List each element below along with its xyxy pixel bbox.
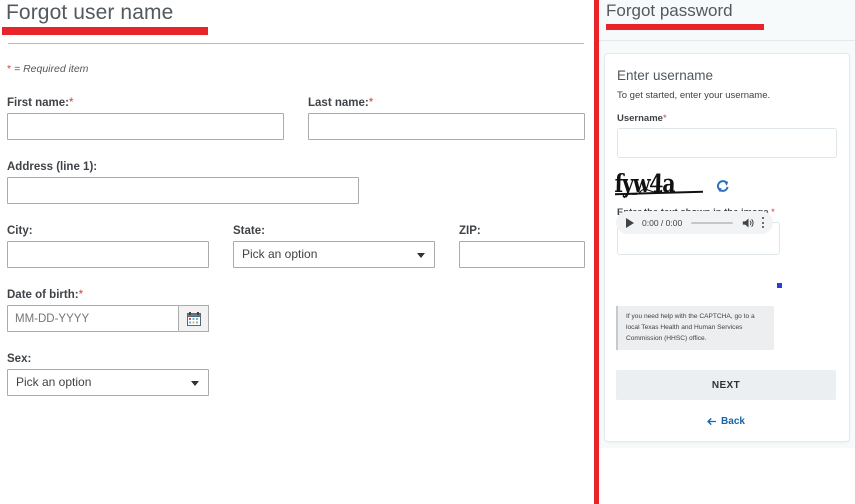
username-label-text: Username	[617, 113, 663, 124]
calendar-icon	[186, 311, 201, 326]
forgot-username-panel: Forgot user name * = Required item First…	[0, 0, 594, 504]
play-icon[interactable]	[626, 217, 634, 228]
kebab-dot	[762, 226, 764, 228]
required-legend-text: = Required item	[14, 63, 89, 75]
kebab-menu-icon[interactable]	[762, 217, 764, 228]
refresh-icon	[717, 180, 729, 193]
page-title: Forgot user name	[6, 1, 174, 24]
back-link-label: Back	[721, 416, 745, 427]
forgot-password-title: Forgot password	[606, 1, 733, 20]
screen-root: Forgot user name * = Required item First…	[0, 0, 855, 504]
kebab-dot	[762, 217, 764, 219]
captcha-audio-player[interactable]: 0:00 / 0:00	[616, 211, 773, 234]
date-picker-button[interactable]	[179, 305, 209, 332]
required-legend: * = Required item	[7, 63, 88, 75]
captcha-help-box: If you need help with the CAPTCHA, go to…	[616, 306, 774, 350]
captcha-squiggle	[623, 188, 663, 199]
sex-select[interactable]: Pick an option	[7, 369, 209, 396]
first-name-label: First name:*	[7, 97, 73, 109]
first-name-label-text: First name:	[7, 97, 69, 109]
address-line1-label: Address (line 1):	[7, 161, 98, 173]
header-divider	[8, 43, 584, 44]
date-of-birth-input[interactable]	[7, 305, 179, 332]
last-name-label-text: Last name:	[308, 97, 369, 109]
back-link[interactable]: Back	[616, 416, 836, 427]
last-name-input[interactable]	[308, 113, 585, 140]
next-button-label: NEXT	[711, 379, 741, 391]
title-underline-accent	[2, 27, 208, 35]
city-input[interactable]	[7, 241, 209, 268]
captcha-image: fyw4a	[615, 172, 705, 200]
chevron-down-icon	[417, 253, 425, 258]
state-label: State:	[233, 225, 265, 237]
volume-icon[interactable]	[742, 217, 755, 229]
kebab-dot	[762, 221, 764, 224]
forgot-password-title-accent	[606, 24, 764, 30]
card-heading: Enter username	[617, 68, 714, 83]
state-select[interactable]: Pick an option	[233, 241, 435, 268]
zip-label: ZIP:	[459, 225, 481, 237]
username-label: Username*	[617, 113, 667, 124]
username-required-star: *	[662, 113, 667, 124]
last-name-required-star: *	[368, 97, 374, 109]
city-label: City:	[7, 225, 33, 237]
card-subheading: To get started, enter your username.	[617, 90, 771, 101]
refresh-captcha-button[interactable]	[716, 180, 729, 193]
sex-select-value: Pick an option	[16, 375, 92, 389]
required-legend-star: *	[7, 63, 12, 75]
arrow-left-icon	[707, 417, 716, 426]
audio-progress-bar[interactable]	[691, 221, 733, 224]
address-line1-input[interactable]	[7, 177, 359, 204]
captcha-field-marker	[777, 283, 782, 288]
next-button[interactable]: NEXT	[616, 370, 836, 400]
chevron-down-icon	[191, 381, 199, 386]
sex-label: Sex:	[7, 353, 32, 365]
date-of-birth-required-star: *	[78, 289, 84, 301]
state-select-value: Pick an option	[242, 247, 318, 261]
first-name-required-star: *	[69, 97, 74, 109]
date-of-birth-label-text: Date of birth:	[7, 289, 79, 301]
username-input[interactable]	[617, 128, 837, 158]
last-name-label: Last name:*	[308, 97, 373, 109]
first-name-input[interactable]	[7, 113, 284, 140]
date-of-birth-label: Date of birth:*	[7, 289, 83, 301]
zip-input[interactable]	[459, 241, 585, 268]
forgot-password-divider	[599, 40, 855, 41]
audio-time-display: 0:00 / 0:00	[642, 217, 683, 228]
captcha-help-text: If you need help with the CAPTCHA, go to…	[626, 313, 755, 342]
